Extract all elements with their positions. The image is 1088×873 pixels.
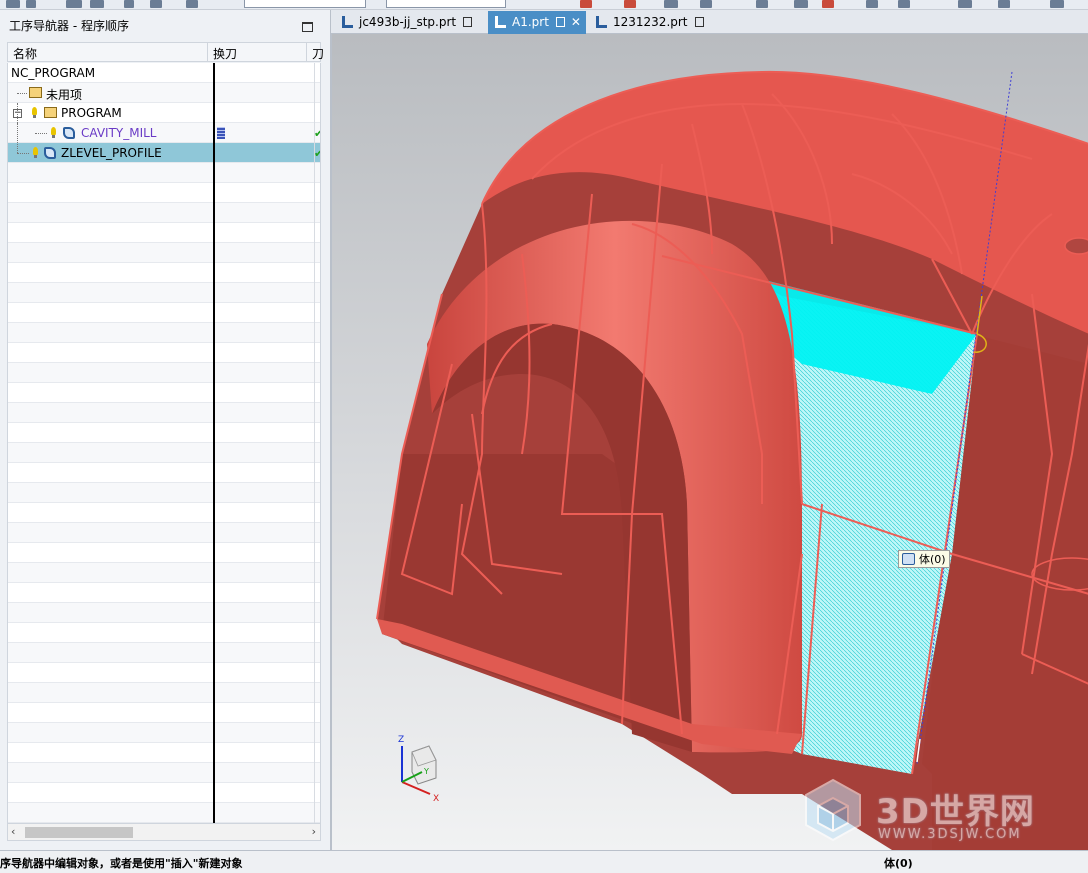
- column-header-tool[interactable]: 刀: [312, 45, 324, 62]
- tree-item-label: 未用项: [46, 88, 83, 102]
- part-file-icon: [342, 16, 353, 28]
- mill-operation-icon: [63, 127, 75, 139]
- folder-icon: [44, 107, 57, 118]
- y-axis-label: Y: [423, 767, 429, 776]
- part-file-icon: [495, 16, 506, 28]
- body-icon: [902, 553, 915, 565]
- filter-dropdown[interactable]: [244, 0, 366, 8]
- scroll-left-icon[interactable]: ‹: [11, 825, 15, 838]
- x-axis-label: X: [433, 794, 439, 804]
- panel-title: 工序导航器 - 程序顺序: [0, 10, 330, 42]
- toolbar-button[interactable]: [66, 0, 82, 8]
- document-tab-bar: jc493b-jj_stp.prt A1.prt ✕ 1231232.prt: [331, 10, 1088, 34]
- scroll-thumb[interactable]: [25, 827, 133, 838]
- toolbar-button[interactable]: [624, 0, 636, 8]
- toolbar-button[interactable]: [822, 0, 834, 8]
- toolbar-button[interactable]: [186, 0, 198, 8]
- toolbar-button[interactable]: [124, 0, 134, 8]
- tool-change-icon: [217, 127, 225, 139]
- cube-logo-icon: [805, 778, 861, 842]
- selection-tooltip: 体(0): [898, 550, 950, 568]
- toolbar-button[interactable]: [700, 0, 712, 8]
- tab-label: jc493b-jj_stp.prt: [359, 15, 457, 29]
- column-header-tool-change[interactable]: 换刀: [213, 45, 237, 62]
- column-divider[interactable]: [213, 63, 215, 823]
- maximize-icon[interactable]: [302, 22, 313, 32]
- pin-icon[interactable]: [694, 17, 704, 27]
- part-model-render[interactable]: Z X Y: [332, 34, 1088, 850]
- toolbar-button[interactable]: [1050, 0, 1064, 8]
- coordinate-triad: Z X Y: [398, 735, 439, 804]
- check-icon: ✔: [314, 147, 320, 160]
- tree-row-program[interactable]: − PROGRAM: [8, 103, 320, 123]
- toolbar-button[interactable]: [794, 0, 808, 8]
- tree-row-zlevel-profile[interactable]: ZLEVEL_PROFILE ✔: [8, 123, 320, 163]
- tree-item-label: NC_PROGRAM: [11, 66, 96, 80]
- tab-jc493b[interactable]: jc493b-jj_stp.prt: [335, 11, 485, 34]
- toolbar-button[interactable]: [26, 0, 36, 8]
- column-header-name[interactable]: 名称: [13, 45, 37, 62]
- toolbar-button[interactable]: [998, 0, 1010, 8]
- toolbar-button[interactable]: [756, 0, 768, 8]
- toolbar-button[interactable]: [958, 0, 972, 8]
- part-file-icon: [596, 16, 607, 28]
- toolbar-button[interactable]: [580, 0, 592, 8]
- toolbar-button[interactable]: [866, 0, 878, 8]
- tooltip-text: 体(0): [919, 553, 946, 566]
- z-axis-label: Z: [398, 735, 404, 745]
- pin-icon[interactable]: [555, 17, 565, 27]
- scroll-right-icon[interactable]: ›: [312, 825, 316, 838]
- tab-label: 1231232.prt: [613, 15, 688, 29]
- folder-icon: [29, 87, 42, 98]
- bulb-icon: [32, 107, 37, 118]
- tree-row-nc-program[interactable]: NC_PROGRAM: [8, 63, 320, 83]
- status-bar: 序导航器中编辑对象，或者是使用"插入"新建对象 体(0): [0, 850, 1088, 873]
- tree-row-unused-items[interactable]: 未用项: [8, 83, 320, 103]
- toolbar-button[interactable]: [90, 0, 104, 8]
- watermark-logo: 3D世界网 WWW.3DSJW.COM: [804, 778, 1074, 848]
- status-message: 序导航器中编辑对象，或者是使用"插入"新建对象: [0, 857, 243, 870]
- tree-item-label: ZLEVEL_PROFILE: [61, 146, 162, 160]
- operation-navigator-panel: 工序导航器 - 程序顺序 名称 换刀 刀 NC_PROGRAM 未用项 − PR…: [0, 10, 331, 850]
- tab-label: A1.prt: [512, 15, 549, 29]
- operation-tree: NC_PROGRAM 未用项 − PROGRAM CAVITY_MILL ✔: [7, 63, 321, 823]
- selection-status: 体(0): [884, 857, 913, 870]
- watermark-title: 3D世界网: [876, 792, 1035, 832]
- watermark-url: WWW.3DSJW.COM: [878, 827, 1022, 842]
- bulb-icon: [33, 147, 38, 158]
- main-toolbar: [0, 0, 1088, 10]
- tab-1231232[interactable]: 1231232.prt: [589, 11, 709, 34]
- horizontal-scrollbar[interactable]: ‹ ›: [7, 823, 321, 841]
- toolbar-button[interactable]: [6, 0, 20, 8]
- toolbar-button[interactable]: [664, 0, 678, 8]
- mill-operation-icon: [44, 147, 56, 159]
- close-icon[interactable]: ✕: [571, 15, 581, 29]
- pin-icon[interactable]: [463, 17, 473, 27]
- tree-item-label: PROGRAM: [61, 106, 122, 120]
- graphics-viewport[interactable]: Z X Y 体(0) 3D世界网 WWW.3DSJW.COM: [331, 34, 1088, 850]
- tree-row-cavity-mill[interactable]: CAVITY_MILL ✔: [8, 103, 320, 143]
- toolbar-button[interactable]: [150, 0, 162, 8]
- toolbar-button[interactable]: [898, 0, 910, 8]
- bulb-icon: [51, 127, 56, 138]
- tree-item-label: CAVITY_MILL: [81, 126, 157, 140]
- tab-a1[interactable]: A1.prt ✕: [488, 11, 586, 34]
- navigator-column-header: 名称 换刀 刀: [7, 42, 324, 62]
- check-icon: ✔: [314, 127, 320, 140]
- scope-dropdown[interactable]: [386, 0, 506, 8]
